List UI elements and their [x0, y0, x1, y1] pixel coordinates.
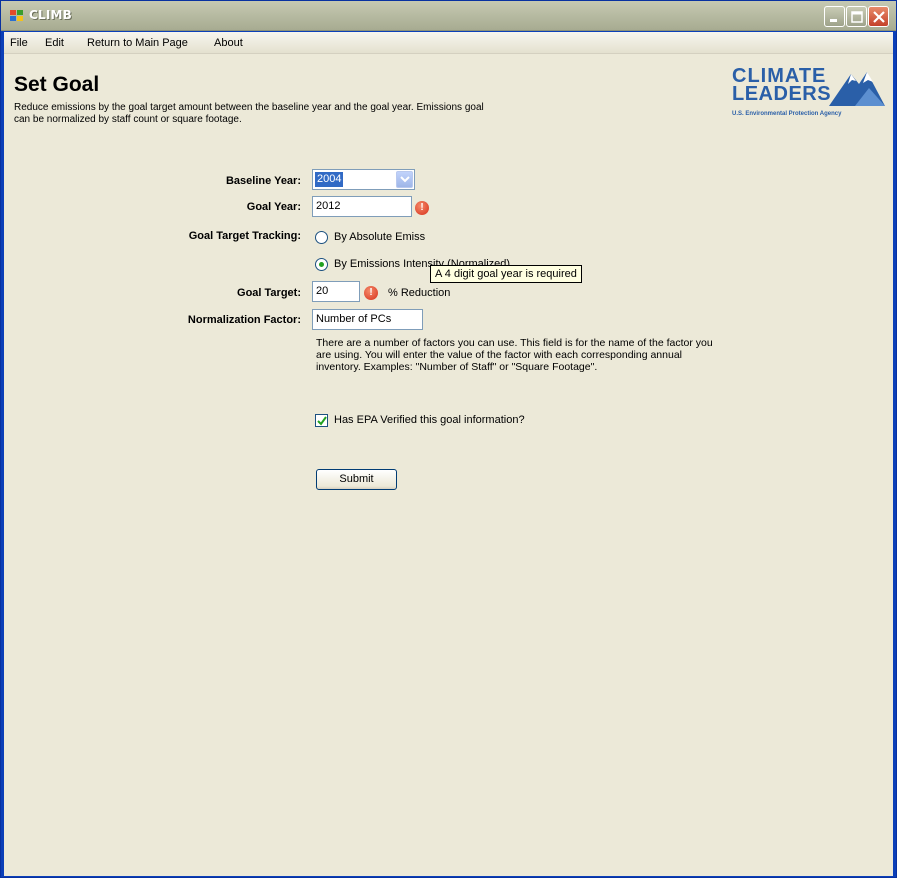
radio-emissions-intensity[interactable] — [315, 258, 328, 271]
close-icon — [873, 11, 885, 23]
goal-target-unit: % Reduction — [388, 287, 451, 299]
page-title: Set Goal — [14, 73, 100, 96]
minimize-icon — [830, 19, 837, 22]
baseline-year-value: 2004 — [315, 172, 344, 187]
close-button[interactable] — [868, 6, 889, 27]
checkmark-icon — [317, 416, 327, 426]
climate-leaders-logo: CLIMATE LEADERS U.S. Environmental Prote… — [725, 62, 890, 122]
maximize-button[interactable] — [846, 6, 867, 27]
submit-button[interactable]: Submit — [316, 469, 397, 490]
baseline-year-label: Baseline Year: — [225, 175, 301, 187]
epa-verified-checkbox[interactable] — [315, 414, 328, 427]
app-icon — [10, 10, 24, 22]
client-area: File Edit Return to Main Page About Set … — [4, 32, 893, 876]
epa-verified-label[interactable]: Has EPA Verified this goal information? — [334, 414, 525, 426]
chevron-down-icon — [400, 176, 410, 183]
error-icon: ! — [415, 201, 429, 215]
goal-year-input[interactable]: 2012 — [312, 196, 412, 217]
goal-target-input[interactable]: 20 — [312, 281, 360, 302]
menu-bar: File Edit Return to Main Page About — [4, 32, 893, 54]
menu-return-to-main-page[interactable]: Return to Main Page — [87, 37, 188, 49]
goal-year-label: Goal Year: — [246, 201, 301, 213]
title-bar[interactable]: CLIMB — [1, 1, 896, 31]
goal-target-label: Goal Target: — [237, 287, 301, 299]
maximize-icon — [851, 11, 863, 23]
normalization-help-text: There are a number of factors you can us… — [316, 337, 713, 373]
goal-target-tracking-label: Goal Target Tracking: — [188, 230, 301, 242]
dropdown-button[interactable] — [396, 171, 413, 188]
mountain-icon — [829, 72, 885, 106]
menu-edit[interactable]: Edit — [45, 37, 64, 49]
logo-line-2: LEADERS — [732, 83, 832, 105]
radio-absolute-emissions[interactable] — [315, 231, 328, 244]
logo-line-3: U.S. Environmental Protection Agency — [732, 111, 842, 117]
normalization-factor-input[interactable]: Number of PCs — [312, 309, 423, 330]
page-description: Reduce emissions by the goal target amou… — [14, 102, 484, 125]
radio-absolute-emissions-label[interactable]: By Absolute Emiss — [334, 231, 425, 243]
app-window: CLIMB File Edit Return to Main Page Abou… — [0, 0, 897, 878]
window-title: CLIMB — [29, 8, 73, 22]
minimize-button[interactable] — [824, 6, 845, 27]
menu-file[interactable]: File — [10, 37, 28, 49]
goal-year-error-tooltip: A 4 digit goal year is required — [430, 265, 582, 283]
error-icon: ! — [364, 286, 378, 300]
baseline-year-combobox[interactable]: 2004 — [312, 169, 415, 190]
normalization-factor-label: Normalization Factor: — [187, 314, 301, 326]
menu-about[interactable]: About — [214, 37, 243, 49]
